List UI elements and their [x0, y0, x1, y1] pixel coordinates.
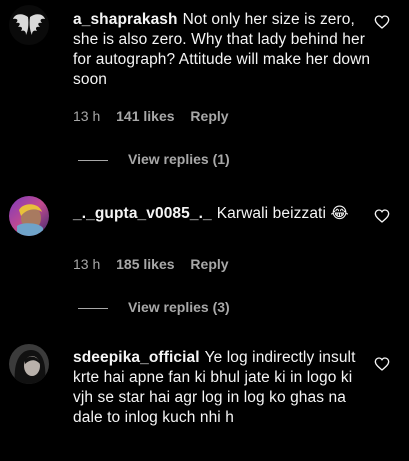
username[interactable]: a_shaprakash	[73, 11, 178, 28]
username[interactable]: sdeepika_official	[73, 349, 200, 366]
timestamp: 13 h	[73, 108, 101, 124]
reply-button[interactable]: Reply	[190, 256, 228, 272]
timestamp: 13 h	[73, 256, 101, 272]
likes-count[interactable]: 141 likes	[116, 108, 174, 124]
comment-text: Karwali beizzati 😂	[216, 205, 349, 222]
divider-line	[78, 159, 108, 161]
avatar[interactable]	[9, 344, 49, 384]
avatar[interactable]	[9, 196, 49, 236]
avatar[interactable]	[9, 5, 49, 45]
view-replies-label: View replies (3)	[128, 299, 230, 315]
comment-body: _._gupta_v0085_._ Karwali beizzati 😂	[73, 204, 373, 224]
comment-meta: 13 h 185 likes Reply	[73, 256, 241, 272]
portrait-icon	[9, 344, 49, 384]
view-replies-label: View replies (1)	[128, 151, 230, 167]
comment-body: a_shaprakash Not only her size is zero, s…	[73, 10, 373, 90]
comment-body: sdeepika_official Ye log indirectly insul…	[73, 348, 373, 428]
view-replies-button[interactable]: View replies (3)	[78, 299, 230, 315]
angel-wings-icon	[9, 5, 49, 45]
heart-outline-icon[interactable]	[374, 208, 390, 224]
heart-outline-icon[interactable]	[374, 356, 390, 372]
username[interactable]: _._gupta_v0085_._	[73, 205, 212, 222]
view-replies-button[interactable]: View replies (1)	[78, 151, 230, 167]
heart-outline-icon[interactable]	[374, 14, 390, 30]
comment-meta: 13 h 141 likes Reply	[73, 108, 241, 124]
reply-button[interactable]: Reply	[190, 108, 228, 124]
portrait-icon	[9, 196, 49, 236]
divider-line	[78, 307, 108, 309]
likes-count[interactable]: 185 likes	[116, 256, 174, 272]
